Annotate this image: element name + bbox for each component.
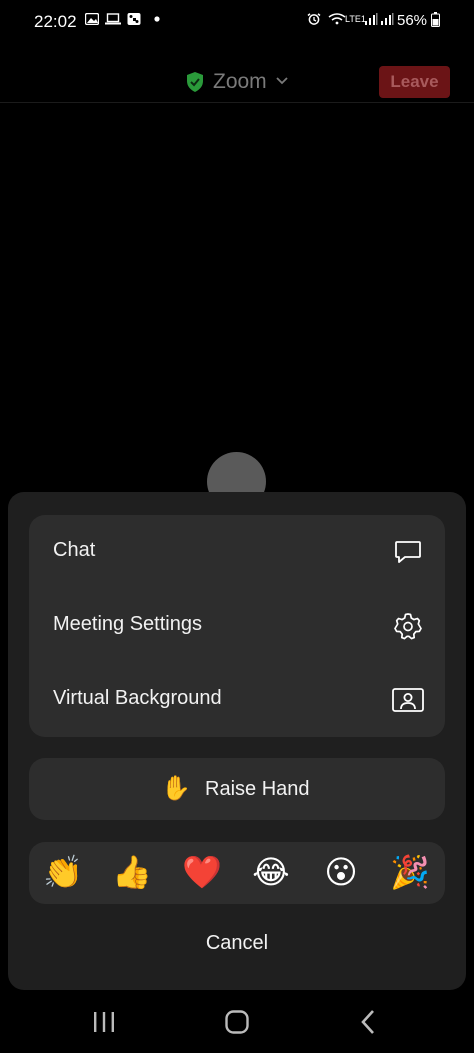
battery-icon [431, 12, 440, 27]
shield-icon[interactable] [186, 72, 204, 92]
reaction-heart[interactable]: ❤️ [182, 852, 222, 892]
more-options-sheet: Chat Meeting Settings Virtual Background… [8, 492, 466, 990]
chat-icon [395, 541, 421, 563]
navigation-bar [0, 990, 474, 1053]
raised-hand-icon: ✋ [161, 775, 191, 802]
virtual-background-icon [392, 688, 424, 712]
meeting-title[interactable]: Zoom [213, 70, 267, 94]
recent-apps-icon[interactable] [89, 1008, 119, 1036]
menu-item-meeting-settings[interactable]: Meeting Settings [29, 589, 445, 663]
leave-button[interactable]: Leave [379, 66, 450, 98]
dot-icon [154, 16, 160, 22]
menu-item-label: Virtual Background [53, 687, 222, 709]
laptop-icon [105, 13, 121, 25]
reaction-clap[interactable]: 👏 [43, 852, 83, 892]
status-bar: 22:02 LTE1 56% [0, 0, 474, 44]
wifi-icon [328, 13, 346, 25]
menu-group: Chat Meeting Settings Virtual Background [29, 515, 445, 737]
meeting-header: Zoom Leave [0, 62, 474, 103]
reaction-party[interactable]: 🎉 [390, 852, 430, 892]
raise-hand-button[interactable]: ✋ Raise Hand [29, 758, 445, 820]
status-time: 22:02 [34, 12, 77, 31]
menu-item-label: Meeting Settings [53, 613, 202, 635]
network-label: LTE1 [345, 14, 366, 24]
signal-icon [365, 13, 378, 25]
gear-icon [394, 613, 422, 640]
menu-item-virtual-background[interactable]: Virtual Background [29, 663, 445, 737]
chevron-down-icon[interactable] [276, 76, 288, 86]
menu-item-chat[interactable]: Chat [29, 515, 445, 589]
alarm-icon [307, 13, 321, 25]
home-icon[interactable] [222, 1008, 252, 1036]
raise-hand-label: Raise Hand [205, 778, 310, 800]
battery-percent: 56% [397, 12, 428, 29]
reactions-bar: 👏 👍 ❤️ 😂 😮 🎉 [29, 842, 445, 904]
image-icon [85, 13, 99, 25]
dice-icon [127, 13, 141, 25]
reaction-thumbs-up[interactable]: 👍 [112, 852, 152, 892]
reaction-wow[interactable]: 😮 [321, 852, 361, 892]
reaction-laugh[interactable]: 😂 [251, 852, 291, 892]
menu-item-label: Chat [53, 539, 96, 561]
signal-icon-2 [381, 13, 394, 25]
cancel-button[interactable]: Cancel [8, 932, 466, 964]
back-icon[interactable] [354, 1008, 384, 1036]
